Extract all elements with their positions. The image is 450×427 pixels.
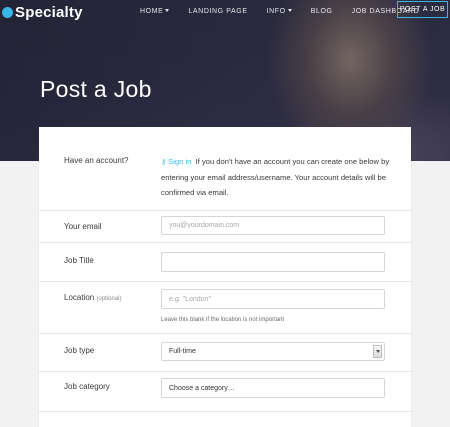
- email-field[interactable]: you@yourdomain.com: [161, 216, 385, 235]
- page-title: Post a Job: [40, 76, 152, 102]
- nav-item-home[interactable]: Home: [140, 7, 170, 15]
- job-category-row: Job category Choose a category…: [39, 372, 411, 412]
- job-type-label: Job type: [64, 346, 95, 355]
- logo-dot-icon: [2, 6, 13, 18]
- nav-item-label: Blog: [310, 7, 333, 15]
- brand-logo[interactable]: Specialty: [2, 2, 83, 22]
- sign-in-link[interactable]: ⚷ Sign in: [161, 157, 191, 166]
- nav-item-blog[interactable]: Blog: [311, 8, 333, 15]
- account-row: Have an account? ⚷ Sign in If you don't h…: [39, 127, 411, 211]
- caret-down-icon: [287, 8, 292, 12]
- account-label: Have an account?: [64, 156, 129, 165]
- job-title-row: Job Title: [39, 243, 411, 282]
- nav-item-label: Landing Page: [188, 7, 248, 15]
- optional-note: (optional): [96, 296, 122, 302]
- main-nav: Home Landing Page Info Blog Job Dashboar…: [140, 0, 438, 22]
- post-a-job-button[interactable]: Post a Job: [397, 1, 448, 18]
- job-type-select[interactable]: Full-time: [161, 342, 385, 361]
- job-category-select[interactable]: Choose a category…: [161, 378, 385, 398]
- job-title-label: Job Title: [64, 256, 94, 265]
- location-help-text: Leave this blank if the location is not …: [161, 317, 285, 323]
- account-info: ⚷ Sign in If you don't have an account yo…: [161, 154, 391, 200]
- chevron-down-icon: [375, 350, 380, 353]
- nav-item-label: Info: [266, 7, 286, 15]
- location-label: Location (optional): [64, 293, 122, 302]
- job-category-label: Job category: [64, 382, 110, 391]
- email-label: Your email: [64, 222, 102, 231]
- nav-item-label: Home: [140, 7, 164, 15]
- location-row: Location (optional) e.g. "London" Leave …: [39, 282, 411, 334]
- brand-name: Specialty: [15, 3, 83, 21]
- sign-in-label: Sign in: [168, 157, 192, 166]
- location-label-text: Location: [64, 293, 95, 302]
- email-row: Your email you@yourdomain.com: [39, 211, 411, 243]
- nav-item-info[interactable]: Info: [267, 8, 292, 15]
- job-title-field[interactable]: [161, 252, 385, 272]
- key-icon: ⚷: [161, 159, 167, 166]
- job-form-card: Have an account? ⚷ Sign in If you don't h…: [39, 127, 411, 427]
- select-dropdown-button[interactable]: [373, 345, 382, 358]
- nav-item-landing-page[interactable]: Landing Page: [188, 8, 247, 15]
- caret-down-icon: [165, 8, 170, 12]
- job-type-row: Job type Full-time: [39, 334, 411, 372]
- job-type-value: Full-time: [169, 348, 196, 355]
- location-field[interactable]: e.g. "London": [161, 289, 385, 309]
- account-description: If you don't have an account you can cre…: [161, 157, 390, 197]
